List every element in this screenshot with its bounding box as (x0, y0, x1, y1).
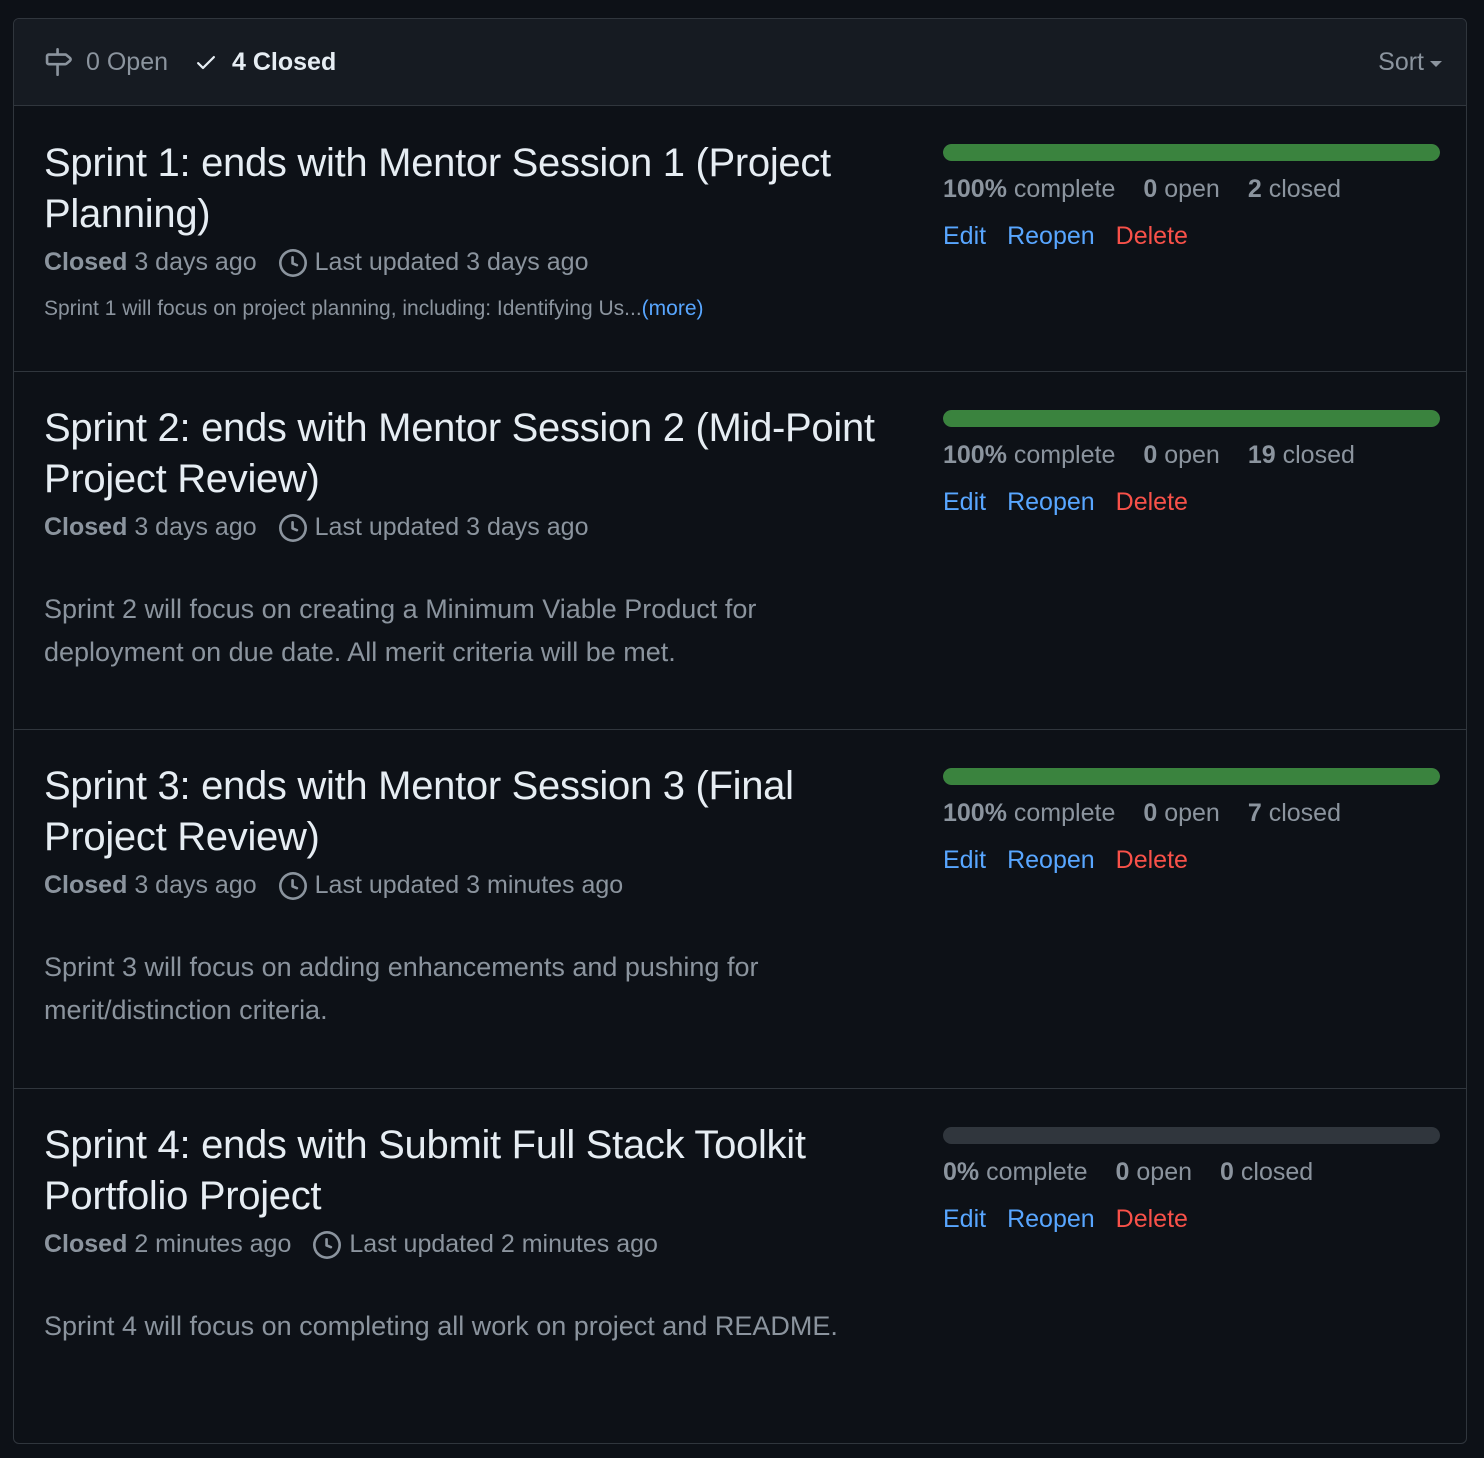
milestone-meta: Closed 2 minutes ago Last updated 2 minu… (44, 1230, 894, 1259)
percent-complete: 0% complete (943, 1158, 1088, 1186)
milestone-description: Sprint 4 will focus on completing all wo… (44, 1311, 838, 1341)
milestone-item: Sprint 2: ends with Mentor Session 2 (Mi… (14, 372, 1466, 730)
clock-icon (278, 248, 307, 277)
milestone-info: Sprint 2: ends with Mentor Session 2 (Mi… (44, 403, 894, 674)
milestone-description: Sprint 2 will focus on creating a Minimu… (44, 594, 757, 667)
check-icon (197, 56, 216, 70)
last-updated-text: Last updated 3 days ago (314, 248, 589, 276)
milestone-progress-panel: 100% complete 0 open 2 closed Edit Reope… (943, 144, 1440, 251)
closed-filter-link[interactable]: 4 Closed (194, 48, 336, 77)
milestone-meta: Closed 3 days ago Last updated 3 minutes… (44, 871, 894, 900)
edit-link[interactable]: Edit (943, 222, 986, 251)
milestone-meta: Closed 3 days ago Last updated 3 days ag… (44, 513, 894, 542)
open-filter-label: 0 Open (86, 47, 169, 76)
closed-label: Closed (44, 871, 128, 899)
caret-down-icon (1430, 60, 1442, 67)
closed-label: Closed (44, 513, 128, 541)
percent-complete: 100% complete (943, 175, 1116, 203)
milestone-progress-panel: 100% complete 0 open 19 closed Edit Reop… (943, 410, 1440, 517)
closed-count: 19 closed (1247, 441, 1355, 469)
milestone-info: Sprint 1: ends with Mentor Session 1 (Pr… (44, 138, 894, 321)
clock-icon (278, 513, 307, 542)
milestone-title[interactable]: Sprint 2: ends with Mentor Session 2 (Mi… (44, 403, 894, 505)
closed-time: 2 minutes ago (134, 1230, 292, 1258)
reopen-link[interactable]: Reopen (1007, 846, 1095, 875)
last-updated: Last updated 2 minutes ago (313, 1230, 658, 1259)
reopen-link[interactable]: Reopen (1007, 222, 1095, 251)
last-updated: Last updated 3 days ago (278, 248, 589, 277)
progress-stats: 0% complete 0 open 0 closed (943, 1158, 1440, 1187)
progress-bar (943, 1127, 1440, 1144)
open-count: 0 open (1115, 1158, 1193, 1186)
closed-filter-label: 4 Closed (232, 47, 337, 76)
clock-icon (278, 871, 307, 900)
last-updated-text: Last updated 3 days ago (314, 513, 589, 541)
delete-link[interactable]: Delete (1116, 222, 1188, 251)
milestone-icon (45, 48, 72, 76)
sort-dropdown[interactable]: Sort (1378, 48, 1442, 77)
last-updated: Last updated 3 minutes ago (278, 871, 624, 900)
more-link[interactable]: (more) (642, 297, 704, 320)
progress-fill (943, 768, 1440, 785)
milestone-title[interactable]: Sprint 1: ends with Mentor Session 1 (Pr… (44, 138, 894, 240)
milestone-item: Sprint 1: ends with Mentor Session 1 (Pr… (14, 106, 1466, 372)
progress-bar (943, 144, 1440, 161)
open-count: 0 open (1143, 441, 1220, 469)
milestone-actions: Edit Reopen Delete (943, 222, 1440, 251)
delete-link[interactable]: Delete (1116, 488, 1188, 517)
sort-label: Sort (1378, 47, 1424, 76)
edit-link[interactable]: Edit (943, 846, 986, 875)
edit-link[interactable]: Edit (943, 1205, 986, 1234)
milestone-info: Sprint 3: ends with Mentor Session 3 (Fi… (44, 761, 894, 1032)
closed-count: 2 closed (1247, 175, 1341, 203)
milestone-item: Sprint 4: ends with Submit Full Stack To… (14, 1089, 1466, 1443)
percent-complete: 100% complete (943, 799, 1116, 827)
open-count: 0 open (1143, 175, 1220, 203)
progress-stats: 100% complete 0 open 7 closed (943, 799, 1440, 828)
progress-stats: 100% complete 0 open 2 closed (943, 175, 1440, 204)
milestone-progress-panel: 100% complete 0 open 7 closed Edit Reope… (943, 768, 1440, 875)
edit-link[interactable]: Edit (943, 488, 986, 517)
milestone-actions: Edit Reopen Delete (943, 846, 1440, 875)
progress-stats: 100% complete 0 open 19 closed (943, 441, 1440, 470)
delete-link[interactable]: Delete (1116, 1205, 1188, 1234)
open-count: 0 open (1143, 799, 1220, 827)
milestone-description: Sprint 3 will focus on adding enhancemen… (44, 952, 759, 1025)
reopen-link[interactable]: Reopen (1007, 1205, 1095, 1234)
progress-bar (943, 410, 1440, 427)
clock-icon (313, 1230, 342, 1259)
closed-label: Closed (44, 1230, 128, 1258)
open-filter-link[interactable]: 0 Open (44, 48, 168, 77)
milestone-meta: Closed 3 days ago Last updated 3 days ag… (44, 248, 894, 277)
milestone-description: Sprint 1 will focus on project planning,… (44, 297, 894, 321)
milestone-progress-panel: 0% complete 0 open 0 closed Edit Reopen … (943, 1127, 1440, 1234)
milestone-actions: Edit Reopen Delete (943, 1205, 1440, 1234)
closed-label: Closed (44, 248, 128, 276)
milestones-box: 0 Open 4 Closed Sort Sprint 1: ends with… (13, 18, 1467, 1444)
milestone-actions: Edit Reopen Delete (943, 488, 1440, 517)
milestone-title[interactable]: Sprint 4: ends with Submit Full Stack To… (44, 1120, 894, 1222)
reopen-link[interactable]: Reopen (1007, 488, 1095, 517)
milestone-info: Sprint 4: ends with Submit Full Stack To… (44, 1120, 894, 1348)
delete-link[interactable]: Delete (1116, 846, 1188, 875)
last-updated: Last updated 3 days ago (278, 513, 589, 542)
milestones-header: 0 Open 4 Closed Sort (14, 19, 1466, 106)
milestone-title[interactable]: Sprint 3: ends with Mentor Session 3 (Fi… (44, 761, 894, 863)
last-updated-text: Last updated 3 minutes ago (314, 871, 624, 899)
percent-complete: 100% complete (943, 441, 1116, 469)
closed-time: 3 days ago (134, 248, 257, 276)
closed-count: 7 closed (1247, 799, 1341, 827)
progress-fill (943, 144, 1440, 161)
last-updated-text: Last updated 2 minutes ago (349, 1230, 658, 1258)
closed-time: 3 days ago (134, 871, 257, 899)
milestone-item: Sprint 3: ends with Mentor Session 3 (Fi… (14, 730, 1466, 1089)
progress-fill (943, 410, 1440, 427)
closed-count: 0 closed (1220, 1158, 1314, 1186)
description-text: Sprint 1 will focus on project planning,… (44, 297, 642, 320)
closed-time: 3 days ago (134, 513, 257, 541)
progress-bar (943, 768, 1440, 785)
